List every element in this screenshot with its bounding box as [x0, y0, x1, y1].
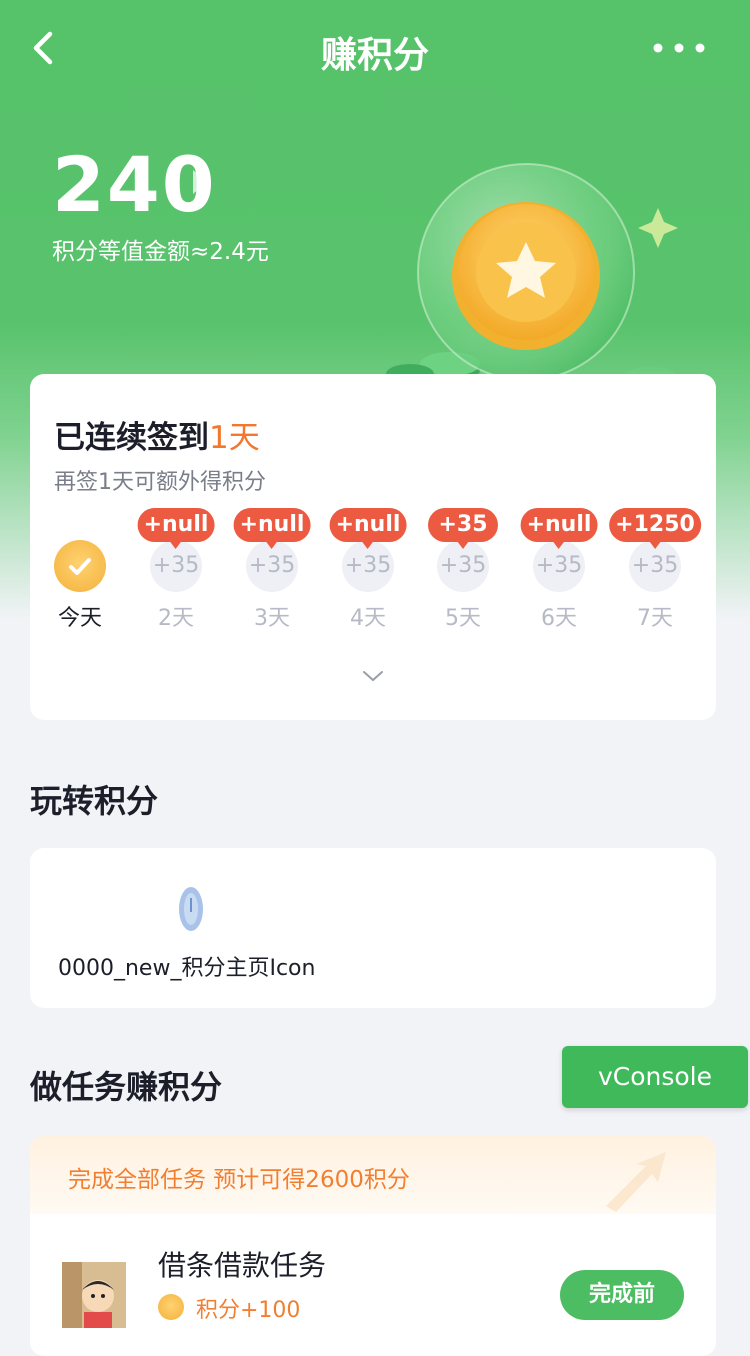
signin-day-label: 今天	[57, 606, 102, 631]
task-banner-text: 完成全部任务 预计可得2600积分	[68, 1167, 410, 1193]
chevron-right-icon[interactable]	[190, 168, 210, 200]
signin-streak-days: 1天	[209, 420, 260, 456]
task-avatar	[62, 1262, 126, 1328]
signin-card: 已连续签到1天 再签1天可额外得积分 今天 +35 +null 2天 +35 +…	[30, 374, 716, 720]
play-card: 0000_new_积分主页Icon	[30, 848, 716, 1008]
signin-day-label: 5天	[445, 606, 481, 631]
more-dots-icon[interactable]	[644, 28, 714, 68]
points-home-icon	[178, 886, 204, 932]
task-action-button[interactable]: 完成前	[560, 1270, 684, 1320]
signin-day-label: 7天	[637, 606, 673, 631]
tasks-section-title: 做任务赚积分	[30, 1068, 223, 1106]
task-banner: 完成全部任务 预计可得2600积分	[30, 1136, 716, 1214]
signin-day-label: 2天	[158, 606, 194, 631]
signin-streak-title: 已连续签到1天	[54, 412, 260, 457]
signin-day-badge: +null	[520, 508, 598, 549]
signin-day-badge: +null	[137, 508, 215, 549]
vconsole-button[interactable]: vConsole	[562, 1046, 748, 1108]
signin-day-label: 4天	[350, 606, 386, 631]
signin-day-badge: +null	[233, 508, 311, 549]
task-name: 借条借款任务	[158, 1249, 327, 1282]
signin-day-label: 3天	[254, 606, 290, 631]
signin-streak-prefix: 已连续签到	[54, 420, 209, 456]
signin-days: 今天 +35 +null 2天 +35 +null 3天 +35 +null 4…	[30, 508, 716, 638]
check-coin-icon	[54, 540, 106, 592]
top-bar: 赚积分	[0, 0, 750, 96]
signin-day-badge: +null	[329, 508, 407, 549]
signin-day-label: 6天	[541, 606, 577, 631]
play-item[interactable]: 0000_new_积分主页Icon	[50, 878, 350, 988]
play-section-title: 玩转积分	[30, 782, 159, 820]
task-reward-text: 积分+100	[196, 1298, 301, 1323]
coin-bubble-illustration	[350, 160, 710, 400]
page-title: 赚积分	[320, 35, 429, 76]
signin-day-badge: +35	[428, 508, 498, 549]
points-equivalent: 积分等值金额≈2.4元	[52, 239, 269, 265]
task-card: 完成全部任务 预计可得2600积分 借条借款任务 积分+100 完成前	[30, 1136, 716, 1356]
chevron-down-icon[interactable]	[361, 668, 385, 684]
arrow-decoration-icon	[606, 1152, 666, 1212]
play-item-label: 0000_new_积分主页Icon	[58, 956, 316, 981]
coin-icon	[158, 1294, 184, 1320]
signin-subtitle: 再签1天可额外得积分	[54, 470, 266, 495]
task-row: 借条借款任务 积分+100 完成前	[30, 1230, 716, 1350]
signin-day-badge: +1250	[609, 508, 701, 549]
